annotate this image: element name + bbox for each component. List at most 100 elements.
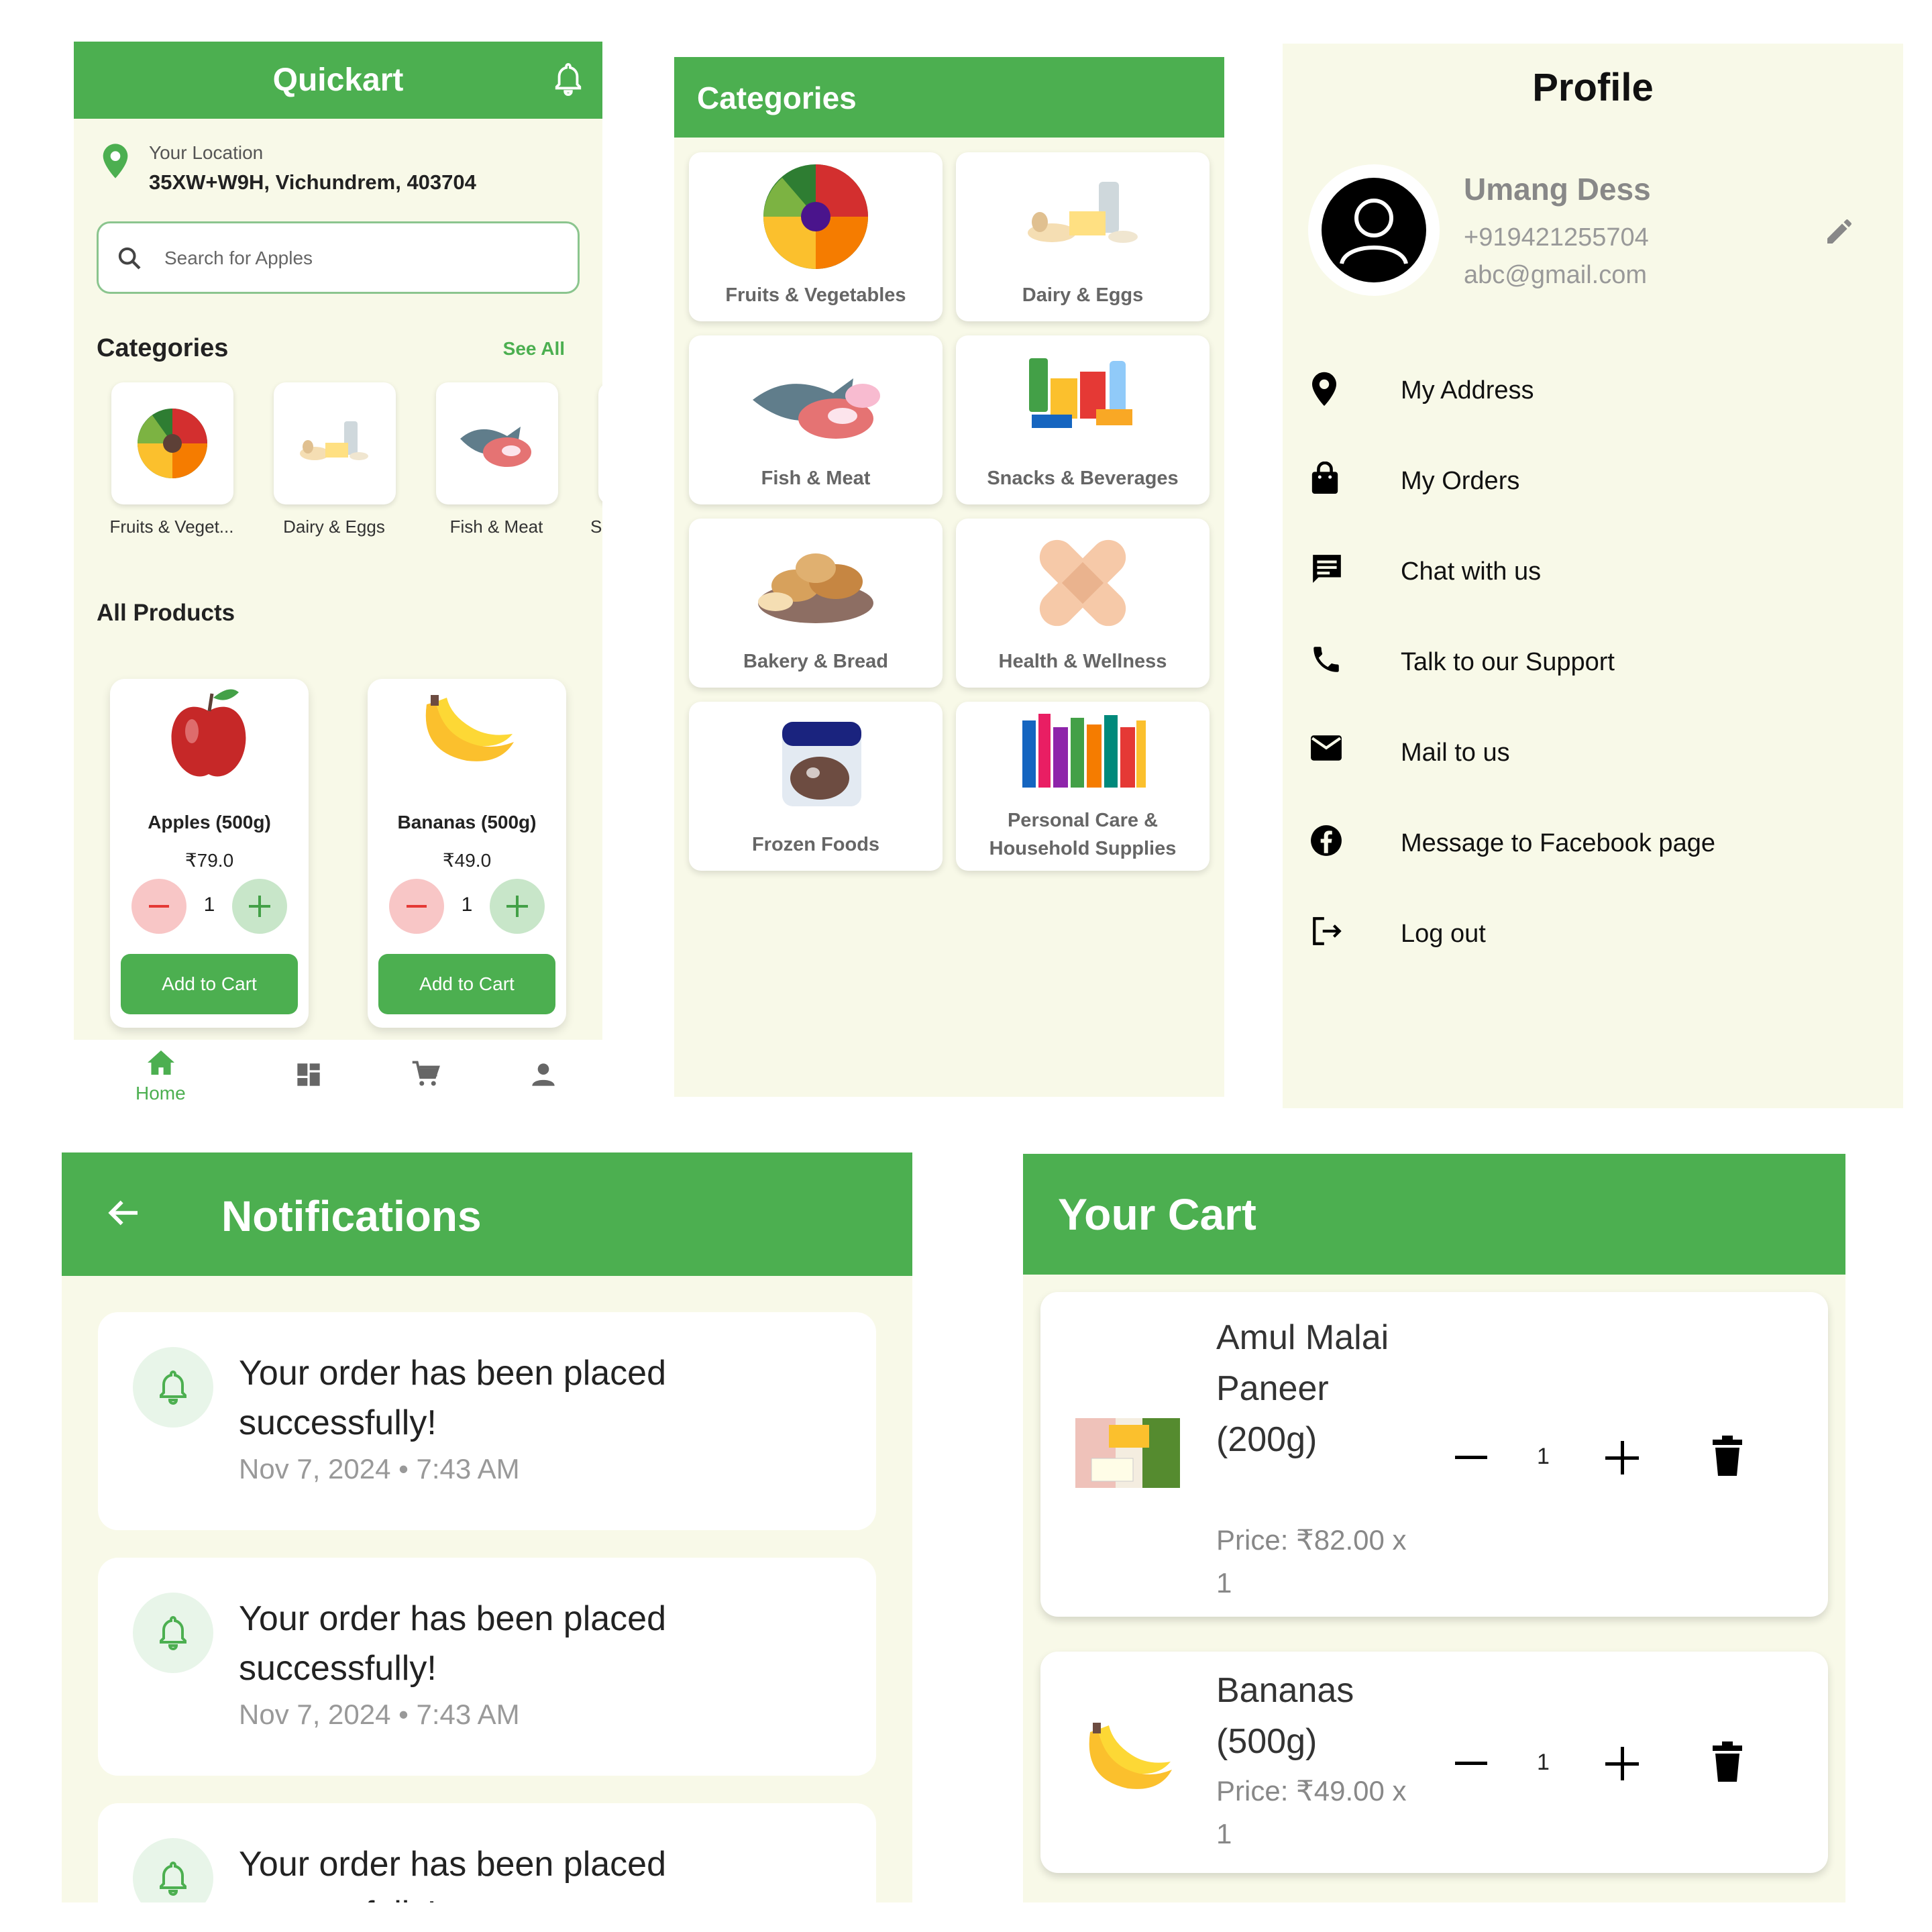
menu-label: My Orders — [1401, 467, 1520, 495]
menu-my-address[interactable]: My Address — [1309, 363, 1873, 417]
avatar[interactable] — [1308, 164, 1440, 296]
category-label: S — [590, 517, 602, 537]
delete-trash-icon[interactable] — [1713, 1436, 1742, 1476]
location-pin-icon — [101, 142, 130, 180]
see-all-link[interactable]: See All — [503, 338, 565, 360]
location-label: Your Location — [149, 142, 264, 163]
increase-qty-button[interactable] — [1605, 1747, 1639, 1780]
cart-title: Your Cart — [1058, 1189, 1256, 1239]
menu-my-orders[interactable]: My Orders — [1309, 453, 1873, 507]
category-card-health[interactable]: Health & Wellness — [956, 519, 1210, 688]
location-pin-icon — [1309, 371, 1350, 409]
category-label: Snacks & Beverages — [987, 468, 1179, 489]
cart-item-price: Price: ₹82.00 x 1 — [1216, 1524, 1407, 1599]
dairy-eggs-image — [1028, 182, 1138, 243]
paneer-image — [1075, 1418, 1180, 1488]
location-value[interactable]: 35XW+W9H, Vichundrem, 403704 — [149, 170, 476, 195]
all-products-heading: All Products — [97, 600, 235, 626]
category-label: Fish & Meat — [449, 517, 543, 537]
category-card-personal-care[interactable]: Personal Care & Household Supplies — [956, 702, 1210, 871]
cart-item: Amul Malai Paneer (200g) Price: ₹82.00 x… — [1040, 1292, 1828, 1617]
notification-card[interactable]: Your order has been placed successfully! — [98, 1803, 876, 1902]
menu-talk-support[interactable]: Talk to our Support — [1309, 635, 1873, 688]
menu-label: Message to Facebook page — [1401, 829, 1715, 857]
fruits-vegetables-image — [138, 409, 207, 478]
cart-item-name: Amul Malai Paneer (200g) — [1216, 1318, 1389, 1459]
bakery-bread-image — [758, 553, 873, 623]
decrease-qty-button[interactable] — [1455, 1456, 1487, 1460]
cart-icon[interactable] — [411, 1060, 440, 1088]
mail-icon — [1309, 733, 1350, 771]
delete-trash-icon[interactable] — [1713, 1741, 1742, 1782]
increase-qty-button[interactable] — [490, 879, 545, 934]
profile-icon[interactable] — [530, 1061, 557, 1088]
menu-facebook[interactable]: Message to Facebook page — [1309, 816, 1873, 869]
category-label: Health & Wellness — [998, 651, 1167, 672]
apple-image — [171, 689, 246, 777]
user-email: abc@gmail.com — [1464, 261, 1647, 289]
user-phone: +919421255704 — [1464, 223, 1649, 252]
product-price: ₹49.0 — [442, 850, 492, 871]
decrease-qty-button[interactable] — [1455, 1762, 1487, 1766]
cart-item-qty: 1 — [1537, 1750, 1550, 1775]
menu-logout[interactable]: Log out — [1309, 906, 1873, 960]
add-to-cart-button[interactable]: Add to Cart — [121, 954, 298, 1014]
category-tile-fish-meat[interactable] — [436, 382, 558, 504]
notification-time: Nov 7, 2024 • 7:43 AM — [239, 1453, 520, 1485]
notification-bell-badge — [133, 1838, 213, 1902]
categories-screen: Categories Fruits & Vegetables Dairy & E… — [674, 57, 1224, 1097]
category-label: Personal Care & Household Supplies — [956, 806, 1210, 863]
search-icon — [116, 245, 143, 272]
category-label-text: Personal Care & Household Supplies — [989, 810, 1177, 859]
search-input[interactable]: Search for Apples — [97, 221, 580, 294]
category-label: Frozen Foods — [751, 834, 880, 855]
category-tile-fruits[interactable] — [111, 382, 233, 504]
home-icon[interactable] — [146, 1049, 176, 1076]
dairy-eggs-image — [300, 421, 368, 460]
categories-heading: Categories — [97, 334, 229, 362]
user-name: Umang Dess — [1464, 172, 1651, 207]
category-card-frozen[interactable]: Frozen Foods — [689, 702, 943, 871]
notification-card[interactable]: Your order has been placed successfully!… — [98, 1558, 876, 1776]
category-label: Dairy & Eggs — [1022, 284, 1144, 306]
notification-card[interactable]: Your order has been placed successfully!… — [98, 1312, 876, 1530]
category-card-snacks[interactable]: Snacks & Beverages — [956, 335, 1210, 504]
category-card-fish-meat[interactable]: Fish & Meat — [689, 335, 943, 504]
category-tile-partial[interactable] — [598, 382, 602, 504]
fish-meat-image — [460, 427, 531, 467]
menu-label: My Address — [1401, 376, 1534, 405]
product-card-bananas: Bananas (500g) ₹49.0 1 Add to Cart — [368, 679, 566, 1028]
category-card-fruits[interactable]: Fruits & Vegetables — [689, 152, 943, 321]
increase-qty-button[interactable] — [232, 879, 287, 934]
menu-mail[interactable]: Mail to us — [1309, 725, 1873, 779]
cart-item-price: Price: ₹49.00 x 1 — [1216, 1775, 1407, 1849]
notifications-title: Notifications — [221, 1192, 482, 1240]
edit-pencil-icon[interactable] — [1823, 215, 1856, 248]
shopping-bag-icon — [1309, 462, 1350, 499]
notification-bell-badge — [133, 1347, 213, 1428]
category-label: Fruits & Veget... — [109, 517, 234, 537]
dashboard-icon[interactable] — [295, 1061, 322, 1088]
notification-message: Your order has been placed successfully! — [239, 1599, 666, 1688]
category-card-dairy[interactable]: Dairy & Eggs — [956, 152, 1210, 321]
increase-qty-button[interactable] — [1605, 1441, 1639, 1474]
notification-message: Your order has been placed successfully! — [239, 1354, 666, 1442]
bell-icon — [160, 1616, 186, 1651]
cart-screen: Your Cart Amul Malai Paneer (200g) Price… — [1023, 1154, 1845, 1902]
product-price: ₹79.0 — [184, 850, 234, 871]
product-name: Apples (500g) — [148, 812, 271, 833]
nav-home-label[interactable]: Home — [136, 1083, 186, 1104]
bandage-image — [1039, 539, 1126, 627]
fish-meat-image — [753, 378, 880, 439]
add-to-cart-button[interactable]: Add to Cart — [378, 954, 555, 1014]
notification-message: Your order has been placed successfully! — [239, 1845, 666, 1902]
category-card-bakery[interactable]: Bakery & Bread — [689, 519, 943, 688]
menu-label: Log out — [1401, 920, 1486, 948]
back-arrow-icon[interactable] — [103, 1194, 144, 1232]
menu-chat[interactable]: Chat with us — [1309, 544, 1873, 598]
notification-time: Nov 7, 2024 • 7:43 AM — [239, 1699, 520, 1730]
personal-care-image — [1022, 714, 1146, 788]
notification-bell-icon[interactable] — [553, 60, 584, 98]
notifications-screen: Notifications Your order has been placed… — [62, 1152, 912, 1902]
category-tile-dairy[interactable] — [274, 382, 396, 504]
